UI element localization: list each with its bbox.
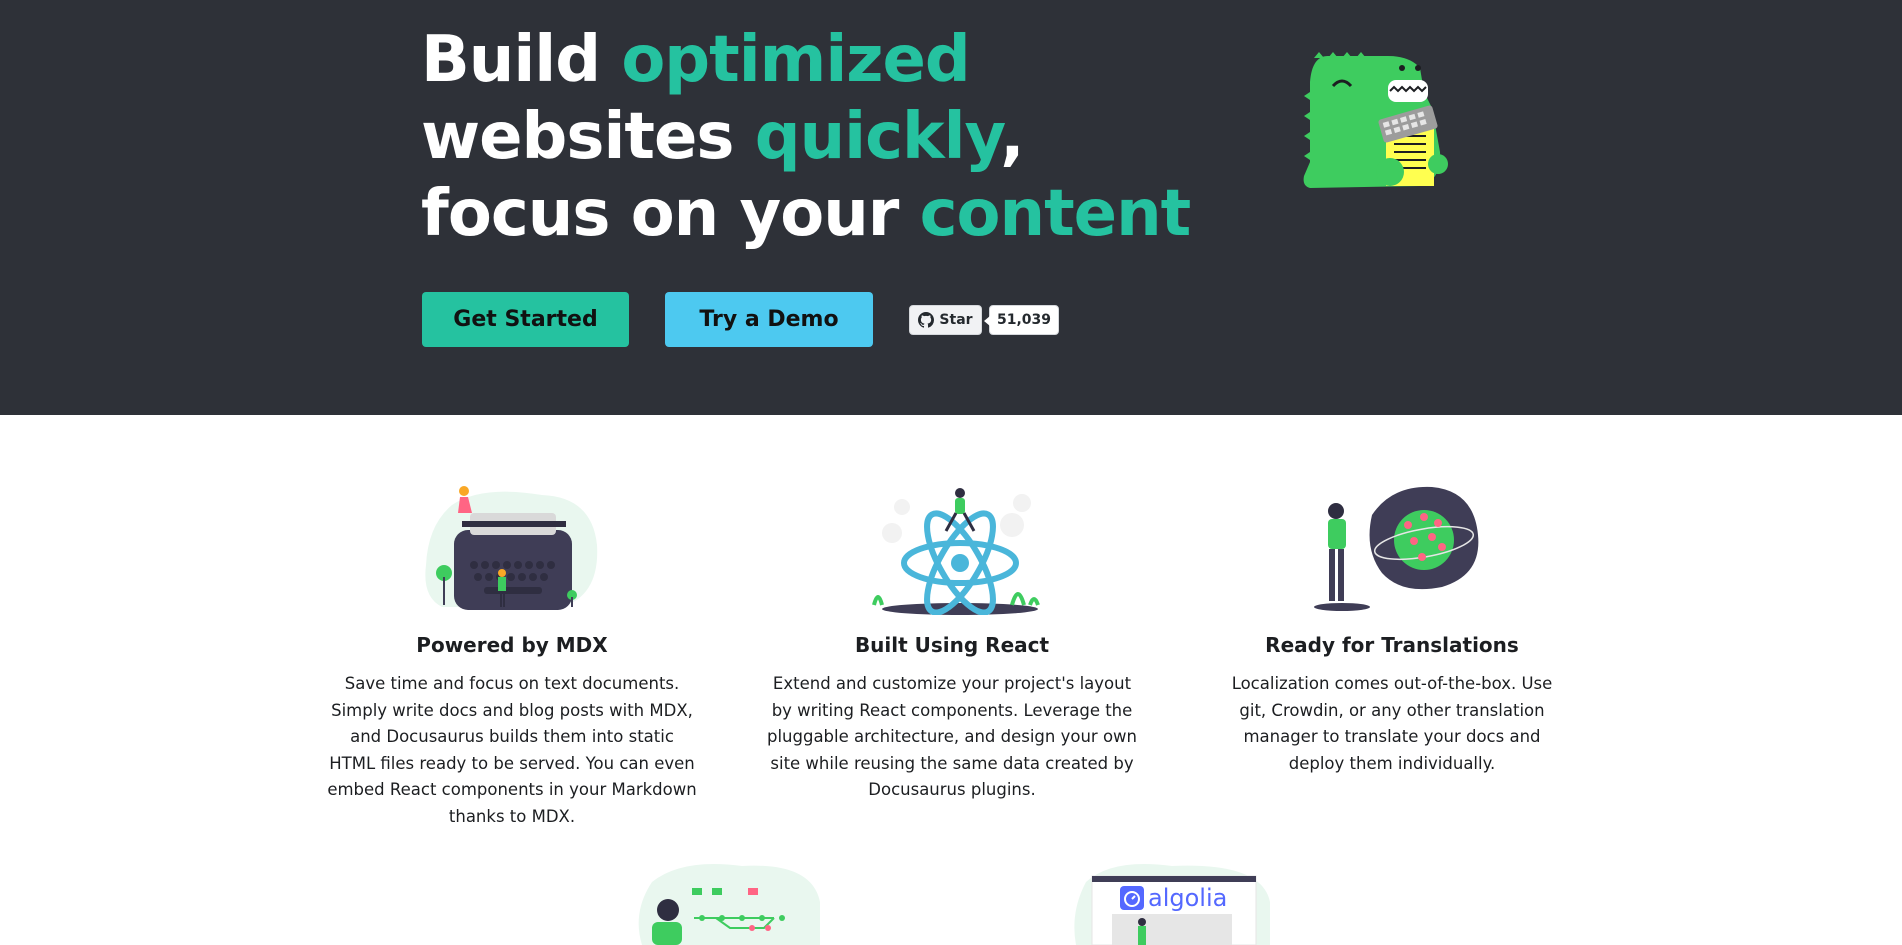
search-illustration-icon: algolia [1074, 864, 1270, 945]
get-started-button[interactable]: Get Started [422, 292, 629, 347]
feature-ready-for-translations: Ready for Translations Localization come… [1202, 485, 1582, 777]
github-star-button[interactable]: Star [909, 305, 982, 335]
feature-description: Save time and focus on text documents. S… [327, 674, 697, 826]
github-star-count[interactable]: 51,039 [984, 305, 1059, 335]
algolia-logo-text: algolia [1148, 884, 1227, 912]
feature-title: Built Using React [854, 633, 1050, 657]
hero-title-text: websites [421, 100, 755, 174]
hero-title-text: Build [421, 23, 622, 97]
hero-title: Build optimized websites quickly, focus … [421, 22, 1221, 253]
github-star-label: Star [939, 312, 973, 328]
globe-illustration-icon [1314, 486, 1479, 611]
hero-banner: Build optimized websites quickly, focus … [0, 0, 1902, 415]
feature-built-using-react: Built Using React Extend and customize y… [762, 485, 1142, 804]
feature-title: Ready for Translations [1265, 633, 1519, 657]
feature-title: Powered by MDX [416, 633, 608, 657]
feature-powered-by-mdx: Powered by MDX Save time and focus on te… [322, 485, 702, 830]
typewriter-illustration-icon [425, 486, 598, 610]
react-illustration-icon [872, 488, 1040, 615]
feature-description: Extend and customize your project's layo… [766, 674, 1138, 799]
hero-title-highlight: content [919, 177, 1192, 251]
hero-title-highlight: optimized [621, 23, 970, 97]
feature-description: Localization comes out-of-the-box. Use g… [1231, 674, 1553, 773]
docusaurus-mascot-icon [1303, 52, 1448, 188]
github-icon [918, 312, 935, 328]
versioning-illustration-icon [638, 864, 820, 945]
try-demo-button[interactable]: Try a Demo [665, 292, 873, 347]
hero-title-highlight: quickly [754, 100, 1001, 174]
